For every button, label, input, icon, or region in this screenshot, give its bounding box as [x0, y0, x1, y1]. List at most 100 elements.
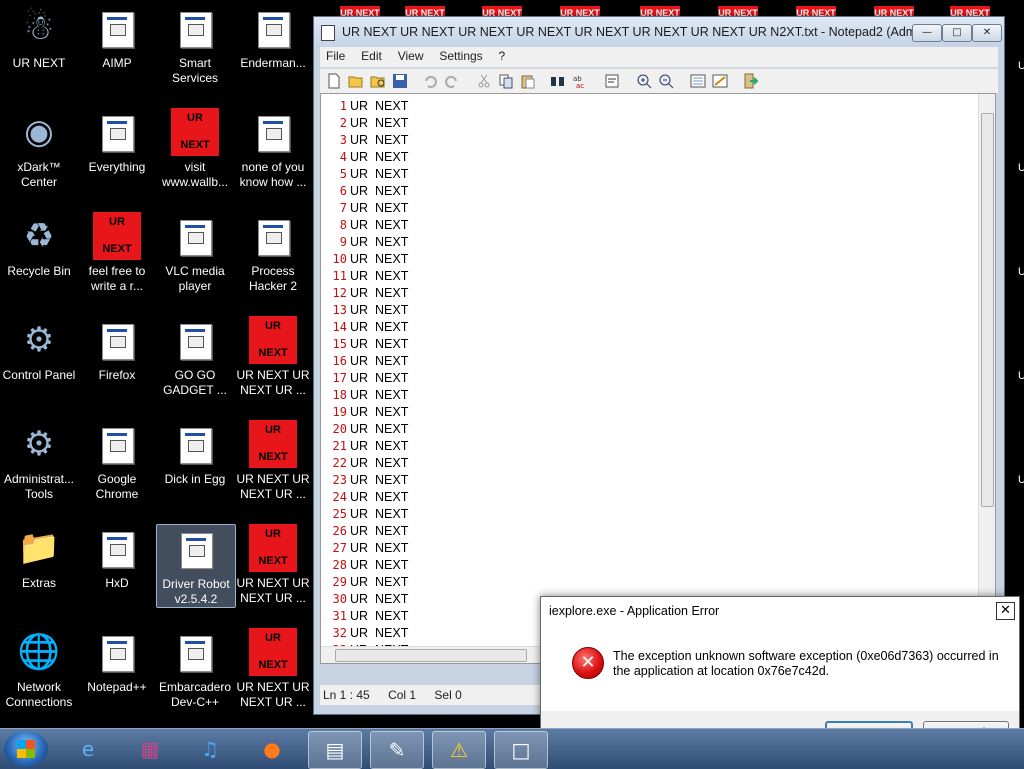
desktop-shortcut[interactable]: UR NEXT UR NEXT UR NEXT UR ...: [234, 628, 312, 710]
undo-icon[interactable]: [422, 73, 438, 89]
zoom-out-icon[interactable]: [658, 73, 674, 89]
dialog-body: ✕ The exception unknown software excepti…: [541, 625, 1019, 711]
desktop-shortcut[interactable]: GO GO GADGET ...: [156, 316, 234, 398]
internet-explorer-icon[interactable]: e: [62, 731, 114, 767]
chrome-icon: [93, 420, 141, 468]
start-button[interactable]: [4, 731, 48, 767]
redo-icon[interactable]: [444, 73, 460, 89]
desktop-shortcut[interactable]: Driver Robot v2.5.4.2: [156, 524, 236, 608]
notepad2-icon[interactable]: ▤: [308, 731, 362, 769]
line-text: UR NEXT: [350, 99, 409, 113]
chrome-shortcut-icon: [249, 108, 297, 156]
line-number: 14: [332, 320, 347, 334]
desktop-shortcut[interactable]: UR NEXT UR NEXT UR NEXT UR ...: [234, 524, 312, 606]
desktop-shortcut[interactable]: ☃ UR NEXT: [0, 4, 78, 71]
maximize-button[interactable]: □: [942, 24, 972, 42]
app-window-icon[interactable]: □: [494, 731, 548, 769]
line-text: UR NEXT: [350, 524, 409, 538]
exit-icon[interactable]: [742, 73, 758, 89]
desktop-shortcut[interactable]: Process Hacker 2: [234, 212, 312, 294]
desktop-shortcut[interactable]: Smart Services: [156, 4, 234, 86]
text-editor[interactable]: 1 UR NEXT 2 UR NEXT 3 UR NEXT 4 UR NEXT 5 UR NEXT…: [320, 93, 996, 664]
desktop-shortcut-label: AIMP: [102, 56, 132, 70]
ur-next-tile-icon: UR NEXT: [171, 108, 219, 156]
aimp-icon: [93, 4, 141, 52]
winrar-icon[interactable]: ▦: [124, 731, 176, 767]
menu-settings[interactable]: Settings: [433, 47, 488, 65]
xdark-orb-icon: ◉: [24, 113, 54, 151]
desktop-shortcut[interactable]: UR NEXT feel free to write a r...: [78, 212, 156, 294]
customize-icon[interactable]: [712, 73, 728, 89]
dialog-close-button[interactable]: ✕: [996, 602, 1015, 620]
replace-icon[interactable]: abac: [572, 73, 588, 89]
desktop-shortcut[interactable]: Firefox: [78, 316, 156, 383]
save-icon[interactable]: [392, 73, 408, 89]
desktop-shortcut[interactable]: Google Chrome: [78, 420, 156, 502]
open-folder-icon[interactable]: [348, 73, 364, 89]
menu-view[interactable]: View: [392, 47, 430, 65]
desktop-shortcut[interactable]: Embarcadero Dev-C++: [156, 628, 234, 710]
line-number: 27: [332, 541, 347, 555]
desktop-shortcut[interactable]: Notepad++: [78, 628, 156, 695]
menu-help[interactable]: ?: [493, 47, 512, 65]
desktop-shortcut[interactable]: Dick in Egg: [156, 420, 234, 487]
desktop-shortcut[interactable]: ⚙ Control Panel: [0, 316, 78, 383]
warning-icon[interactable]: ⚠: [432, 731, 486, 769]
paste-icon[interactable]: [520, 73, 536, 89]
desktop-shortcut[interactable]: HxD: [78, 524, 156, 591]
hxd-icon: [93, 524, 141, 572]
desktop-shortcut[interactable]: none of you know how ...: [234, 108, 312, 190]
desktop-shortcut-label: Everything: [88, 160, 146, 174]
minimize-button[interactable]: —: [912, 24, 942, 42]
line-number: 32: [332, 626, 347, 640]
cut-icon[interactable]: [476, 73, 492, 89]
desktop-shortcut[interactable]: ♻ Recycle Bin: [0, 212, 78, 279]
desktop-shortcut[interactable]: Enderman...: [234, 4, 312, 71]
vertical-scroll-thumb[interactable]: [981, 113, 994, 507]
desktop-shortcut[interactable]: Everything: [78, 108, 156, 175]
new-file-icon[interactable]: [326, 73, 342, 89]
close-button[interactable]: ✕: [972, 24, 1002, 42]
tile-text-top: UR: [187, 112, 203, 124]
menu-file[interactable]: File: [320, 47, 351, 65]
vertical-scrollbar[interactable]: [978, 94, 995, 647]
line-text: UR NEXT: [350, 167, 409, 181]
scheme-icon[interactable]: [690, 73, 706, 89]
firefox-icon[interactable]: ●: [246, 731, 298, 767]
browse-icon[interactable]: [370, 73, 386, 89]
line-number: 29: [332, 575, 347, 589]
title-bar[interactable]: UR NEXT UR NEXT UR NEXT UR NEXT UR NEXT …: [314, 17, 1004, 47]
egg-icon: [171, 420, 219, 468]
desktop-shortcut-label: visit www.wallb...: [161, 160, 229, 189]
desktop-shortcut[interactable]: VLC media player: [156, 212, 234, 294]
line-text: UR NEXT: [350, 405, 409, 419]
copy-icon[interactable]: [498, 73, 514, 89]
dialog-title: iexplore.exe - Application Error: [541, 597, 1019, 625]
desktop-shortcut[interactable]: ◉ xDark™ Center: [0, 108, 78, 190]
line-text: UR NEXT: [350, 507, 409, 521]
desktop-shortcut[interactable]: AIMP: [78, 4, 156, 71]
wordwrap-icon[interactable]: [604, 73, 620, 89]
find-icon[interactable]: [550, 73, 566, 89]
desktop-shortcut-label: none of you know how ...: [239, 160, 307, 189]
desktop-shortcut[interactable]: UR NEXT visit www.wallb...: [156, 108, 234, 190]
zoom-in-icon[interactable]: [636, 73, 652, 89]
line-number: 15: [332, 337, 347, 351]
horizontal-scroll-thumb[interactable]: [335, 649, 527, 662]
line-number: 30: [332, 592, 347, 606]
line-number: 13: [332, 303, 347, 317]
line-text: UR NEXT: [350, 575, 409, 589]
desktop-shortcut[interactable]: UR NEXT UR NEXT UR NEXT UR ...: [234, 420, 312, 502]
notepad2-edit-icon[interactable]: ✎: [370, 731, 424, 769]
desktop-shortcut[interactable]: 🌐 Network Connections: [0, 628, 78, 710]
desktop-shortcut[interactable]: 📁 Extras: [0, 524, 78, 591]
line-text: UR NEXT: [350, 439, 409, 453]
menu-edit[interactable]: Edit: [355, 47, 388, 65]
desktop-shortcut[interactable]: UR NEXT UR NEXT UR NEXT UR ...: [234, 316, 312, 398]
editor-line: 29 UR NEXT: [321, 574, 921, 591]
editor-line: 16 UR NEXT: [321, 353, 921, 370]
desktop-shortcut[interactable]: ⚙ Administrat... Tools: [0, 420, 78, 502]
line-number: 6: [339, 184, 347, 198]
line-text: UR NEXT: [350, 558, 409, 572]
itunes-icon[interactable]: ♫: [184, 731, 236, 767]
